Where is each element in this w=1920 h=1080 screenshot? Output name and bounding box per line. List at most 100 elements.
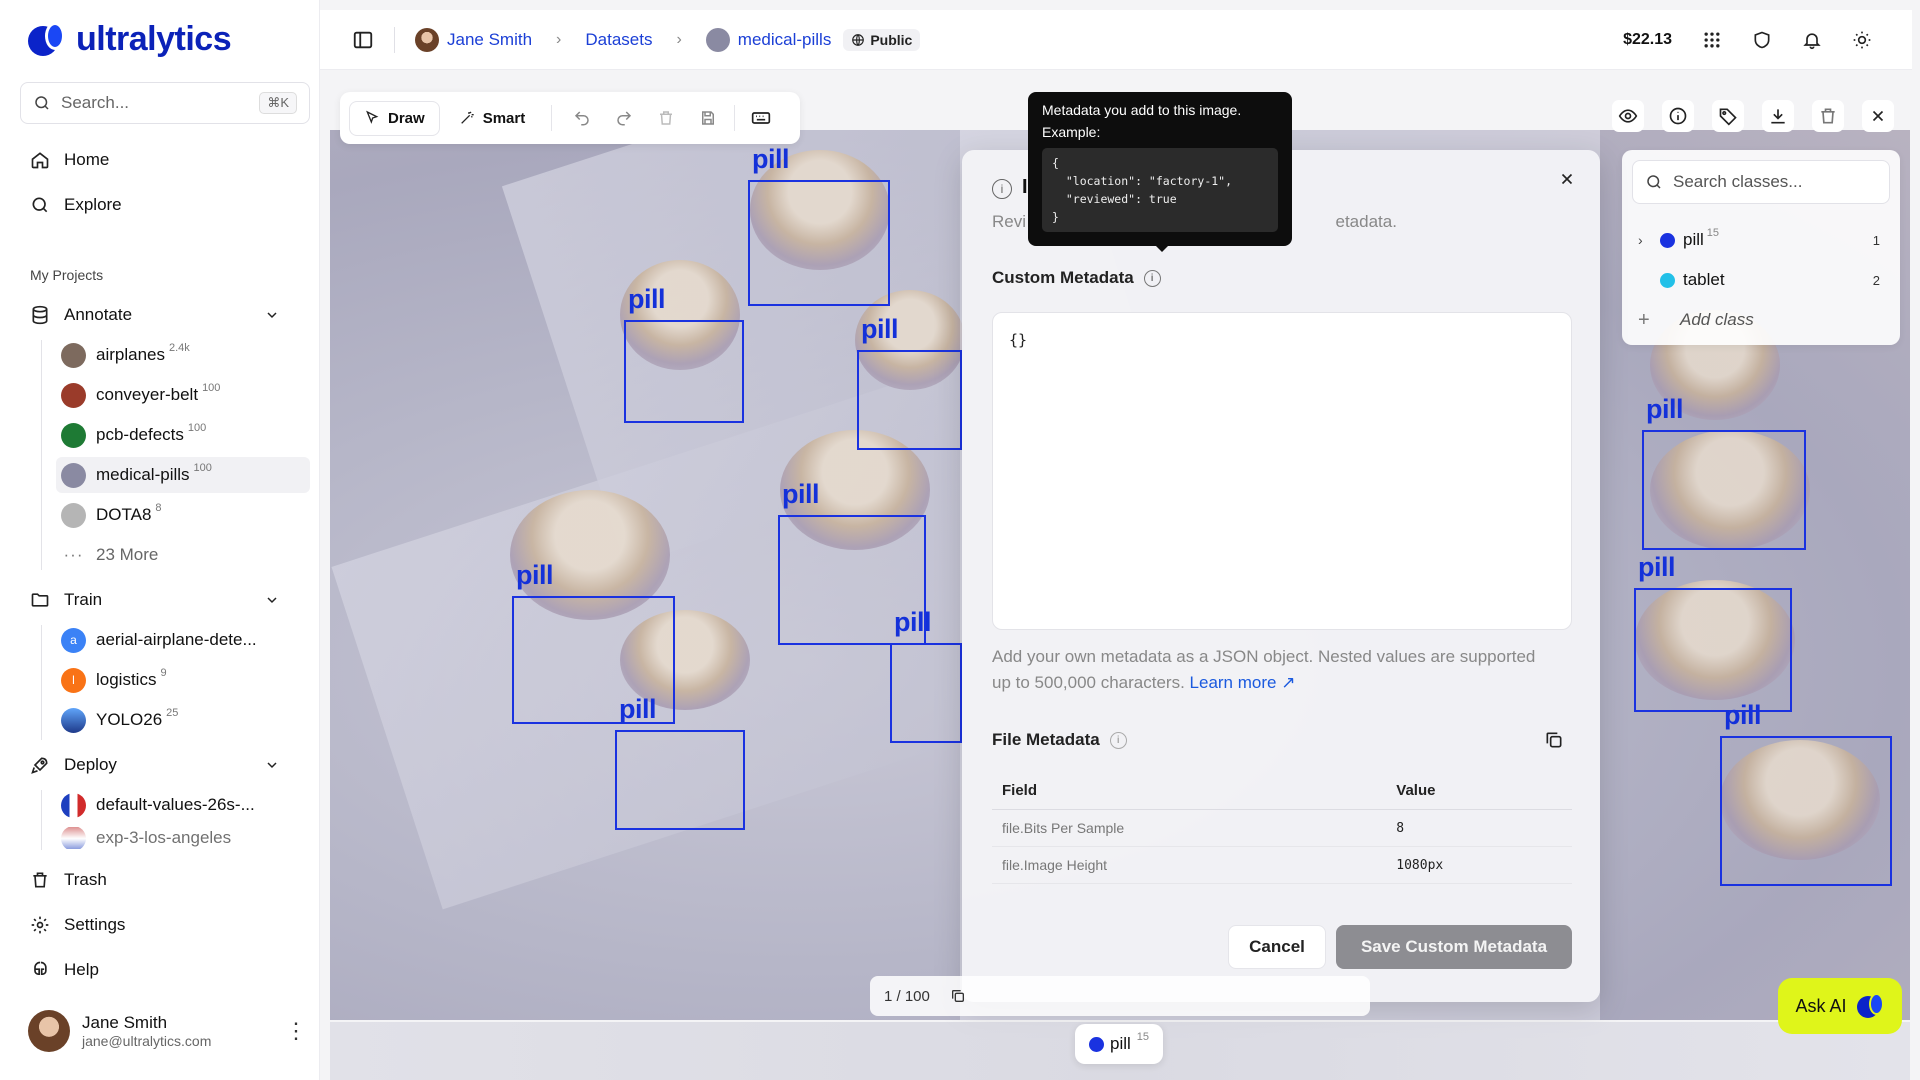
info-icon [1669, 107, 1687, 125]
sidebar-toggle-icon[interactable] [352, 29, 374, 51]
sidebar-search-input[interactable]: Search... ⌘K [20, 82, 310, 124]
table-cell-value: 8 [1386, 809, 1572, 847]
project-medical-pills[interactable]: medical-pills 100 [56, 457, 310, 493]
bounding-box-label: pill [894, 607, 932, 637]
save-custom-metadata-button[interactable]: Save Custom Metadata [1336, 925, 1572, 969]
chevron-down-icon[interactable] [264, 307, 280, 323]
balance[interactable]: $22.13 [1623, 31, 1672, 49]
bounding-box[interactable] [857, 350, 962, 450]
project-pcb-defects[interactable]: pcb-defects 100 [56, 417, 310, 453]
bounding-box[interactable] [1720, 736, 1892, 886]
class-row-pill[interactable]: › pill 15 1 [1638, 222, 1890, 258]
more-vertical-icon[interactable]: ⋮ [285, 1018, 307, 1044]
info-icon[interactable]: i [1109, 731, 1127, 749]
sun-icon[interactable] [1852, 30, 1872, 50]
redo-button[interactable] [606, 100, 642, 136]
delete-button[interactable] [648, 100, 684, 136]
logo[interactable]: ultralytics [28, 20, 232, 59]
nav-trash[interactable]: Trash [30, 870, 107, 890]
project-default-values[interactable]: default-values-26s-... [56, 787, 310, 823]
project-dota8[interactable]: DOTA8 8 [56, 497, 310, 533]
info-icon[interactable]: i [1143, 269, 1161, 287]
nav-home-label: Home [64, 150, 110, 169]
project-count: 2.4k [169, 342, 190, 354]
table-row: file.Image Height 1080px [992, 846, 1572, 884]
project-conveyer-belt[interactable]: conveyer-belt 100 [56, 377, 310, 413]
smart-tool-button[interactable]: Smart [445, 102, 540, 135]
search-icon [1647, 175, 1661, 189]
breadcrumb-dataset[interactable]: medical-pills [738, 30, 832, 50]
class-search-input[interactable]: Search classes... [1632, 160, 1890, 204]
divider [394, 26, 395, 53]
table-header-row: Field Value [992, 772, 1572, 810]
user-profile[interactable]: Jane Smith jane@ultralytics.com [28, 1010, 211, 1052]
project-aerial-airplane[interactable]: a aerial-airplane-dete... [56, 622, 310, 658]
bounding-box[interactable] [1634, 588, 1792, 712]
bounding-box-label: pill [628, 284, 666, 314]
tooltip-arrow [1154, 244, 1170, 252]
group-annotate[interactable]: Annotate [30, 305, 280, 325]
learn-more-link[interactable]: Learn more ↗ [1190, 673, 1296, 692]
chevron-down-icon[interactable] [264, 757, 280, 773]
project-logistics[interactable]: l logistics 9 [56, 662, 310, 698]
class-count: 2 [1872, 272, 1880, 288]
visibility-badge[interactable]: Public [843, 28, 921, 51]
ask-ai-button[interactable]: Ask AI [1778, 978, 1902, 1034]
project-exp-3[interactable]: exp-3-los-angeles [56, 827, 310, 849]
add-class-button[interactable]: + Add class [1638, 302, 1890, 338]
download-button[interactable] [1762, 100, 1794, 132]
chevron-down-icon[interactable] [264, 592, 280, 608]
shield-icon[interactable] [1752, 30, 1772, 50]
project-count: 9 [160, 667, 167, 679]
redo-icon [617, 111, 632, 126]
project-count: 25 [166, 707, 179, 719]
search-placeholder: Search... [61, 93, 130, 112]
keyboard-shortcuts-button[interactable] [743, 100, 779, 136]
active-class-chip[interactable]: pill 15 [1075, 1024, 1164, 1064]
project-yolo26[interactable]: YOLO26 25 [56, 702, 310, 738]
group-deploy[interactable]: Deploy [30, 755, 280, 775]
undo-button[interactable] [564, 100, 600, 136]
folder-icon [31, 593, 49, 607]
table-cell-field: file.Image Height [992, 846, 1387, 884]
apps-grid-icon[interactable] [1702, 30, 1722, 50]
delete-image-button[interactable] [1812, 100, 1844, 132]
breadcrumb-datasets[interactable]: Datasets [585, 30, 652, 50]
cancel-button[interactable]: Cancel [1228, 925, 1326, 969]
bounding-box-label: pill [516, 560, 554, 590]
nav-settings[interactable]: Settings [30, 915, 125, 935]
nav-home[interactable]: Home [30, 150, 109, 170]
file-metadata-title: File Metadata [992, 730, 1100, 749]
metadata-modal: i I Revi etadata. Custom Metadata i {} A… [962, 150, 1600, 1002]
class-color-dot [1660, 232, 1675, 248]
save-button[interactable] [690, 100, 726, 136]
avatar [415, 27, 439, 52]
close-viewer-button[interactable] [1862, 100, 1894, 132]
bounding-box[interactable] [1642, 430, 1806, 550]
bounding-box[interactable] [748, 180, 890, 306]
bell-icon[interactable] [1802, 30, 1822, 50]
copy-button[interactable] [1544, 730, 1564, 755]
breadcrumb-user[interactable]: Jane Smith [447, 30, 532, 50]
class-name: pill [1683, 230, 1704, 249]
nav-help[interactable]: Help [30, 960, 99, 980]
nav-explore[interactable]: Explore [30, 195, 122, 215]
bounding-box[interactable] [615, 730, 745, 830]
bounding-box[interactable] [890, 643, 962, 743]
draw-tool-button[interactable]: Draw [350, 101, 439, 135]
copy-icon[interactable] [950, 988, 966, 1004]
tag-button[interactable] [1712, 100, 1744, 132]
close-icon [1561, 173, 1573, 185]
class-row-tablet[interactable]: tablet 2 [1638, 262, 1890, 298]
bounding-box[interactable] [624, 320, 744, 423]
project-more-label: 23 More [96, 545, 159, 564]
project-count: 100 [202, 382, 221, 394]
project-more[interactable]: ··· 23 More [56, 537, 310, 573]
chevron-right-icon[interactable]: › [1638, 232, 1660, 248]
info-button[interactable] [1662, 100, 1694, 132]
custom-metadata-textarea[interactable]: {} [992, 312, 1572, 630]
visibility-button[interactable] [1612, 100, 1644, 132]
close-modal-button[interactable] [1558, 168, 1576, 194]
project-airplanes[interactable]: airplanes 2.4k [56, 337, 310, 373]
group-train[interactable]: Train [30, 590, 280, 610]
